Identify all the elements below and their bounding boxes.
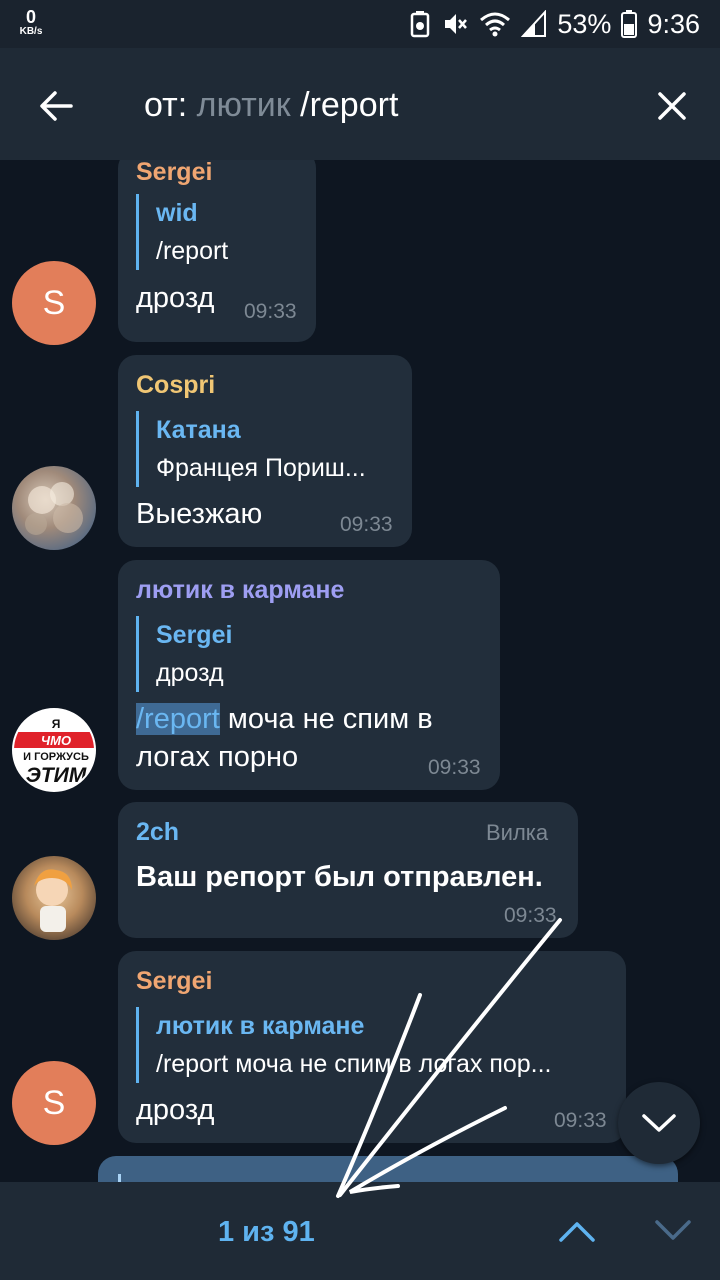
- reply-text: дрозд: [156, 659, 224, 687]
- search-query[interactable]: от: лютик /report: [144, 86, 398, 125]
- message-bubble[interactable]: лютик в кармане Sergei дрозд /report моч…: [118, 560, 500, 790]
- message-time: 09:33: [340, 513, 393, 536]
- scroll-down-button[interactable]: [618, 1082, 700, 1164]
- sender-name[interactable]: лютик в кармане: [136, 576, 344, 605]
- sticker-avatar-image: Я ЧМО И ГОРЖУСЬ ЭТИМ: [14, 717, 94, 787]
- signal-icon: [521, 10, 547, 38]
- previous-result-button[interactable]: [548, 1202, 606, 1260]
- avatar-text-4: ЭТИМ: [26, 764, 87, 787]
- clock: 9:36: [647, 8, 700, 39]
- battery-percent: 53%: [557, 8, 612, 39]
- sender-name[interactable]: 2ch: [136, 818, 179, 847]
- avatar-text-3: И ГОРЖУСЬ: [23, 751, 89, 763]
- avatar-letter: S: [42, 283, 66, 322]
- avatar[interactable]: Я ЧМО И ГОРЖУСЬ ЭТИМ: [12, 708, 96, 792]
- result-counter[interactable]: 1 из 91: [218, 1216, 315, 1249]
- anime-avatar-image: [34, 869, 72, 932]
- search-header: от: лютик /report: [0, 48, 720, 160]
- message-text: Выезжаю: [136, 498, 263, 530]
- reply-bar: [118, 1174, 121, 1182]
- message-text: дрозд: [136, 282, 215, 314]
- query-user: лютик: [196, 86, 291, 124]
- reply-preview[interactable]: wid /report: [136, 194, 228, 270]
- query-prefix: от:: [144, 86, 188, 124]
- close-icon: [658, 92, 686, 120]
- reply-preview[interactable]: Катана Францея Пориш...: [136, 411, 366, 487]
- avatar[interactable]: [12, 466, 96, 550]
- close-search-button[interactable]: [644, 78, 700, 134]
- reply-sender: Катана: [156, 416, 241, 444]
- reply-text: /report: [156, 237, 229, 265]
- recycle-battery-icon: [409, 10, 431, 38]
- sender-name[interactable]: Sergei: [136, 967, 212, 996]
- message-bubble[interactable]: 2ch Вилка Ваш репорт был отправлен. 09:3…: [118, 802, 578, 938]
- message-bubble[interactable]: Sergei лютик в кармане /report моча не с…: [118, 951, 626, 1143]
- message-text: дрозд: [136, 1094, 215, 1126]
- message-text-rest: моча не спим в: [219, 703, 433, 735]
- avatar-letter: S: [42, 1083, 66, 1122]
- search-results-bar: 1 из 91: [0, 1182, 720, 1280]
- wifi-icon: [479, 10, 511, 38]
- sender-name[interactable]: Sergei: [136, 160, 212, 187]
- reply-text: /report моча не спим в логах пор...: [156, 1050, 552, 1078]
- network-speed: 0 KB/s: [16, 8, 46, 37]
- avatar-text-2: ЧМО: [41, 733, 71, 748]
- message-bubble[interactable]: Cospri Катана Францея Пориш... Выезжаю 0…: [118, 355, 412, 547]
- battery-icon: [621, 10, 638, 38]
- telegram-search-screen: 0 KB/s 53% 9:36 от: лютик /report S Serg…: [0, 0, 720, 1280]
- reply-sender: Sergei: [156, 621, 233, 649]
- message-time: 09:33: [504, 904, 557, 927]
- avatar[interactable]: S: [12, 261, 96, 345]
- reply-sender: лютик в кармане: [156, 1012, 365, 1040]
- message-text: /report моча не спим в логах порно: [136, 700, 433, 776]
- reply-preview[interactable]: лютик в кармане /report моча не спим в л…: [136, 1007, 552, 1083]
- reply-text: Францея Пориш...: [156, 454, 366, 482]
- avatar[interactable]: [12, 856, 96, 940]
- query-text: /report: [300, 86, 399, 124]
- status-icons: 53% 9:36: [409, 8, 700, 40]
- network-speed-value: 0: [25, 7, 36, 27]
- scroll-down-icon: [642, 1114, 676, 1132]
- message-time: 09:33: [554, 1109, 607, 1132]
- back-button[interactable]: [28, 78, 84, 134]
- message-bubble[interactable]: Sergei wid /report дрозд 09:33: [118, 160, 316, 342]
- message-list[interactable]: S Sergei wid /report дрозд 09:33 Cospri …: [0, 160, 720, 1182]
- next-result-button[interactable]: [644, 1202, 702, 1260]
- avatar-text-1: Я: [52, 717, 61, 731]
- reply-sender: wid: [156, 199, 198, 227]
- message-time: 09:33: [428, 756, 481, 779]
- chevron-up-icon: [559, 1222, 595, 1242]
- back-arrow-icon: [40, 91, 73, 121]
- avatar[interactable]: S: [12, 1061, 96, 1145]
- bot-command-link[interactable]: /report: [136, 703, 220, 735]
- chevron-down-icon: [655, 1220, 691, 1240]
- message-time: 09:33: [244, 300, 297, 323]
- network-speed-unit: KB/s: [19, 26, 43, 37]
- outgoing-message-bubble[interactable]: [98, 1156, 678, 1182]
- message-text-line2: логах порно: [136, 741, 299, 773]
- reply-preview[interactable]: Sergei дрозд: [136, 616, 232, 692]
- mute-icon: [441, 10, 469, 38]
- sender-name[interactable]: Cospri: [136, 371, 215, 400]
- clouds-photo-icon: [25, 482, 83, 535]
- message-text: Ваш репорт был отправлен.: [136, 861, 543, 893]
- status-bar: 0 KB/s 53% 9:36: [0, 0, 720, 48]
- admin-badge: Вилка: [486, 820, 549, 845]
